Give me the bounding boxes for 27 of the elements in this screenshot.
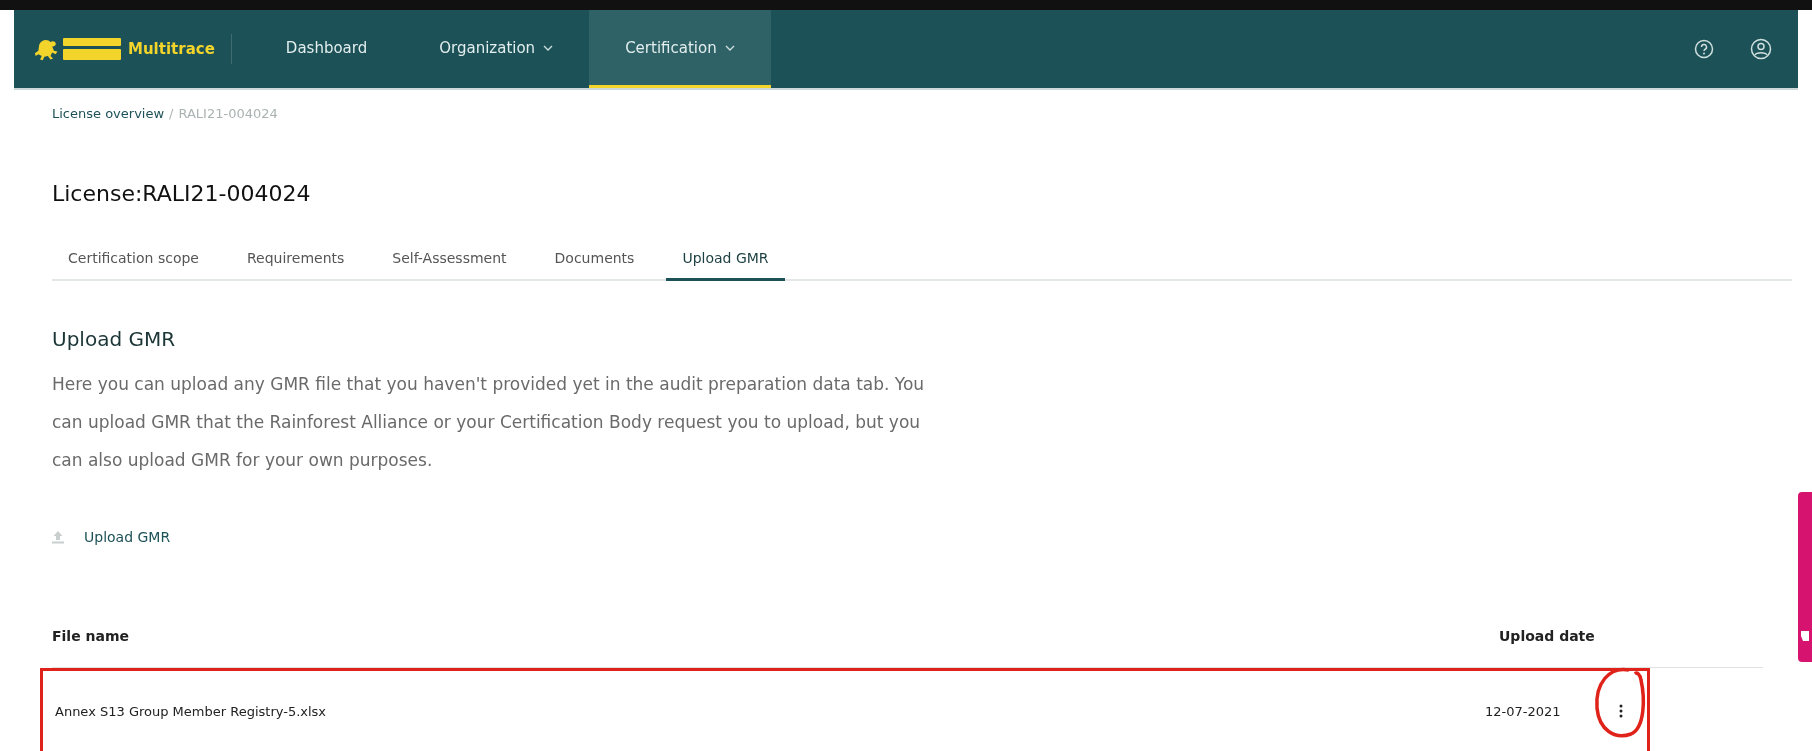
feedback-tab[interactable] <box>1798 492 1812 662</box>
table-cell-text: 12-07-2021 <box>1485 703 1562 719</box>
tab[interactable]: Upload GMR <box>666 250 785 281</box>
upload-link[interactable]: Upload GMR <box>52 529 171 545</box>
chevron-down-icon <box>543 44 554 51</box>
brand-name: Multitrace <box>128 40 215 58</box>
breadcrumb-current: RALI21-004024 <box>178 106 278 121</box>
nav-item[interactable]: Organization <box>403 10 590 88</box>
help-icon[interactable] <box>1694 39 1714 59</box>
section-heading: Upload GMR <box>52 327 177 351</box>
chevron-down-icon <box>724 44 735 51</box>
page-title: License:RALI21-004024 <box>52 181 312 206</box>
column-header: File name <box>52 628 131 644</box>
tab[interactable]: Certification scope <box>52 250 215 281</box>
nav-item[interactable]: Certification <box>589 10 771 88</box>
breadcrumb-separator: / <box>169 106 174 121</box>
tab[interactable]: Self-Assessment <box>376 250 523 281</box>
tab[interactable]: Documents <box>538 250 651 281</box>
more-options-icon[interactable] <box>1617 702 1625 720</box>
tab[interactable]: Requirements <box>230 250 361 281</box>
table-cell-text: Annex S13 Group Member Registry-5.xlsx <box>55 703 328 719</box>
user-profile-icon[interactable] <box>1750 38 1772 60</box>
nav-item[interactable]: Dashboard <box>249 10 404 88</box>
column-header: Upload date <box>1499 628 1596 644</box>
upload-icon <box>52 530 64 544</box>
section-description: Here you can upload any GMR file that you haven't provided yet in the audit preparation data tab. You can upload GMR that the Rainforest Alliance or your Certification Body request you to upload, but you can also upload GMR for your own purposes. <box>52 373 926 472</box>
breadcrumb-link[interactable]: License overview <box>52 106 165 121</box>
